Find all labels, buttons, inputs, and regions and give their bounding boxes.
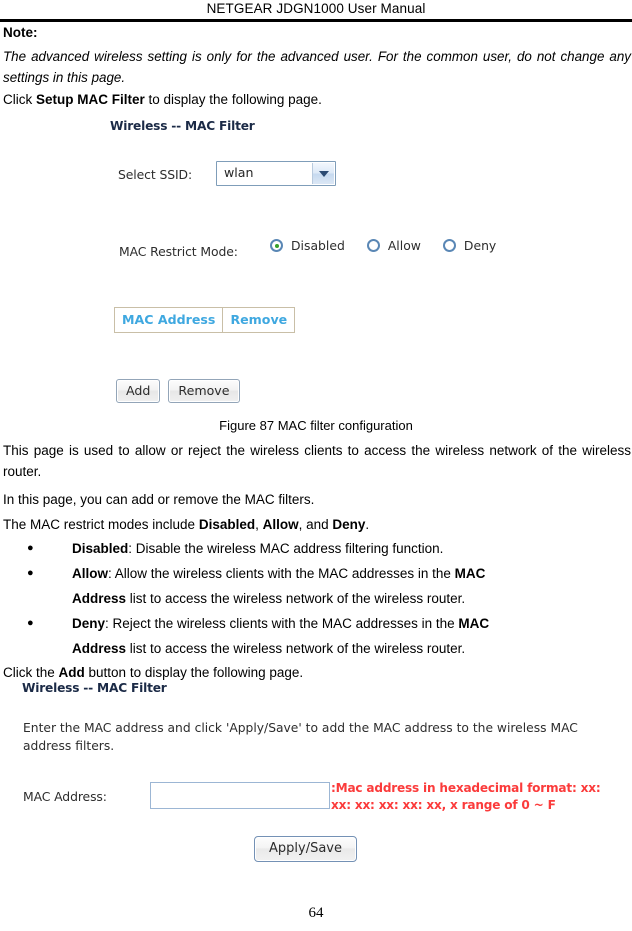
router-screenshot-mac-filter: Wireless -- MAC Filter Select SSID: wlan… [0,113,632,415]
mac-address-field-label: MAC Address: [23,789,107,804]
radio-option-disabled[interactable]: Disabled [270,238,345,253]
term-allow: Allow [262,517,299,532]
panel-title-wireless-mac-filter-add: Wireless -- MAC Filter [22,681,167,695]
table-header-remove: Remove [222,307,296,333]
bullet-text-allow-line2: list to access the wireless network of t… [126,591,466,606]
mac-filter-button-row: Add Remove [116,379,248,403]
bullet-text-deny-line2: list to access the wireless network of t… [126,641,466,656]
mac-address-table: MAC Address Remove [113,307,296,333]
click-add-prefix: Click the [3,665,59,680]
running-header: NETGEAR JDGN1000 User Manual [206,1,426,16]
add-term: Add [58,665,85,680]
bullet-bold-mac-deny: MAC [458,616,490,631]
click-setup-suffix: to display the following page. [144,92,322,107]
figure-caption: Figure 87 MAC filter configuration [219,418,413,433]
bullet-text-allow-line1: : Allow the wireless clients with the MA… [108,566,455,581]
table-header-row: MAC Address Remove [113,307,296,333]
list-item: Deny: Reject the wireless clients with t… [0,611,632,661]
restrict-modes-sep2: , and [298,517,333,532]
term-disabled: Disabled [198,517,256,532]
select-ssid-label: Select SSID: [118,167,193,182]
bullet-text-disabled: : Disable the wireless MAC address filte… [128,541,444,556]
note-body-text: The advanced wireless setting is only fo… [3,49,631,85]
paragraph-add-remove: In this page, you can add or remove the … [3,492,315,507]
page-number: 64 [308,905,324,921]
select-ssid-value: wlan [224,165,254,180]
apply-save-button-wrapper: Apply/Save [254,836,357,862]
chevron-down-glyph [318,170,329,177]
chevron-down-icon[interactable] [312,163,334,184]
bullet-term-disabled: Disabled [72,541,129,556]
header-divider [0,19,632,22]
click-setup-mac-filter-instruction: Click Setup MAC Filter to display the fo… [3,91,322,108]
remove-button[interactable]: Remove [168,379,240,403]
paragraph-page-purpose: This page is used to allow or reject the… [3,443,631,479]
add-button[interactable]: Add [116,379,161,403]
radio-label-disabled: Disabled [291,238,345,253]
bullet-term-deny: Deny [72,616,106,631]
mac-restrict-mode-label: MAC Restrict Mode: [119,244,238,259]
bullet-bold-address-deny: Address [72,641,127,656]
mac-restrict-mode-radio-group: Disabled Allow Deny [270,238,518,253]
term-deny: Deny [332,517,366,532]
router-screenshot-add-mac-address: Wireless -- MAC Filter Enter the MAC add… [0,681,632,871]
mac-address-input[interactable] [150,782,330,809]
table-header-mac-address: MAC Address [113,307,224,333]
apply-save-button[interactable]: Apply/Save [254,836,357,862]
list-item: Disabled: Disable the wireless MAC addre… [0,536,632,561]
radio-option-allow[interactable]: Allow [366,238,421,253]
panel-title-wireless-mac-filter: Wireless -- MAC Filter [110,119,255,133]
list-item: Allow: Allow the wireless clients with t… [0,561,632,611]
bullet-text-deny-line1: : Reject the wireless clients with the M… [105,616,459,631]
radio-option-deny[interactable]: Deny [442,238,497,253]
click-add-instruction: Click the Add button to display the foll… [3,664,303,681]
radio-button-allow-icon[interactable] [366,239,380,252]
restrict-mode-description-list: Disabled: Disable the wireless MAC addre… [0,536,632,661]
paragraph-restrict-modes: The MAC restrict modes include Disabled,… [3,514,369,535]
radio-label-deny: Deny [463,238,497,253]
radio-button-deny-icon[interactable] [442,239,456,252]
bullet-bold-address-allow: Address [72,591,127,606]
bullet-deny-line2: Address list to access the wireless netw… [72,636,632,661]
restrict-modes-end: . [365,517,370,532]
radio-label-allow: Allow [387,238,421,253]
bullet-allow-line2: Address list to access the wireless netw… [72,586,632,611]
select-ssid-dropdown[interactable]: wlan [216,161,336,186]
setup-mac-filter-term: Setup MAC Filter [36,92,145,107]
click-add-suffix: button to display the following page. [84,665,304,680]
restrict-modes-sep1: , [255,517,263,532]
click-setup-prefix: Click [3,92,36,107]
note-label: Note: [3,25,38,40]
radio-button-disabled-icon[interactable] [270,239,283,252]
bullet-term-allow: Allow [72,566,108,581]
mac-format-hint: :Mac address in hexadecimal format: xx: … [331,781,601,812]
restrict-modes-prefix: The MAC restrict modes include [3,517,199,532]
bullet-bold-mac-allow: MAC [454,566,486,581]
add-mac-instruction-text: Enter the MAC address and click 'Apply/S… [23,721,578,753]
